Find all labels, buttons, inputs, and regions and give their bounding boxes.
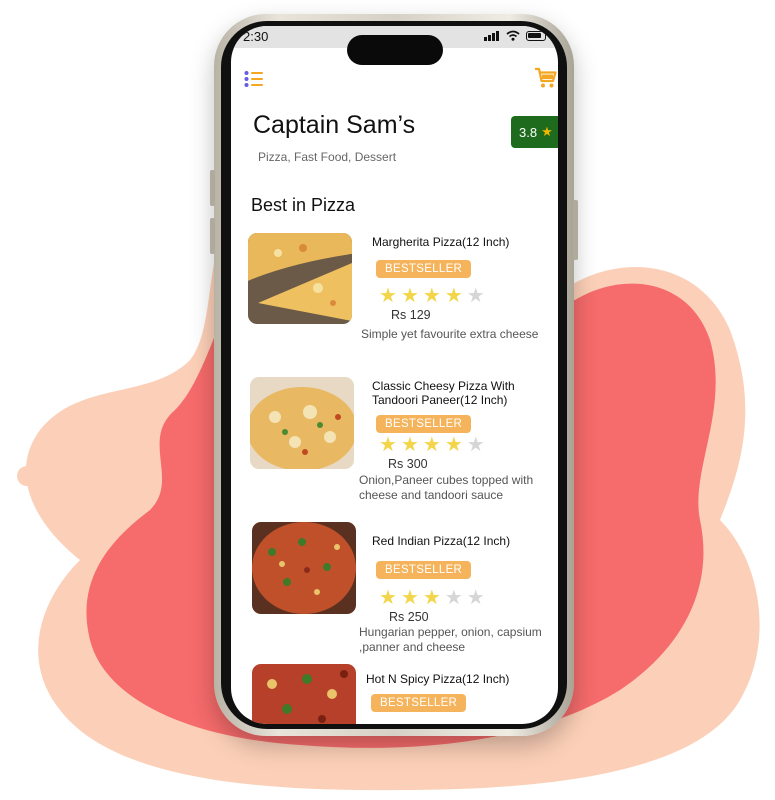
star-rating: ★ ★ ★ ★ ★ xyxy=(379,588,485,608)
star-icon: ★ xyxy=(466,587,485,609)
status-time: 2:30 xyxy=(243,29,269,44)
bestseller-badge: BESTSELLER xyxy=(371,694,467,712)
item-name: Red Indian Pizza(12 Inch) xyxy=(372,534,511,548)
hot-n-spicy-pizza-image[interactable] xyxy=(252,664,356,724)
star-icon: ★ xyxy=(466,434,485,456)
star-icon: ★ xyxy=(422,587,441,609)
item-name: Margherita Pizza(12 Inch) xyxy=(372,235,510,249)
menu-item[interactable]: Margherita Pizza(12 Inch) BESTSELLER ★ ★ ★… xyxy=(231,233,558,343)
star-icon: ★ xyxy=(400,587,419,609)
star-icon: ★ xyxy=(400,285,419,307)
bestseller-badge: BESTSELLER xyxy=(376,561,472,579)
menu-list-icon[interactable] xyxy=(244,70,264,88)
star-icon: ★ xyxy=(466,285,485,307)
star-icon: ★ xyxy=(379,587,397,609)
rating-badge[interactable]: 3.8 ★ xyxy=(511,116,558,148)
rating-value: 3.8 xyxy=(519,124,538,140)
wifi-icon xyxy=(506,30,520,41)
item-price: Rs 250 xyxy=(389,610,429,624)
menu-item[interactable]: Red Indian Pizza(12 Inch) BESTSELLER ★ ★ ★… xyxy=(231,522,558,654)
item-name: Classic Cheesy Pizza With Tandoori Panee… xyxy=(372,379,515,407)
bestseller-badge: BESTSELLER xyxy=(376,260,472,278)
status-icons xyxy=(484,30,546,41)
cheesy-paneer-pizza-image[interactable] xyxy=(250,377,354,469)
margherita-pizza-image[interactable] xyxy=(248,233,352,324)
restaurant-name: Captain Sam’s xyxy=(253,111,416,139)
star-icon: ★ xyxy=(444,285,463,307)
star-icon: ★ xyxy=(541,124,553,139)
star-icon: ★ xyxy=(379,285,397,307)
item-description: Simple yet favourite extra cheese xyxy=(361,327,539,341)
volume-down-button xyxy=(210,218,215,254)
phone-screen: 2:30 Captain Sam’s Pizza, Fast Food, Des… xyxy=(231,26,558,724)
volume-up-button xyxy=(210,170,215,206)
restaurant-cuisines: Pizza, Fast Food, Dessert xyxy=(258,150,397,164)
star-icon: ★ xyxy=(444,587,463,609)
peach-dot xyxy=(17,466,37,486)
star-icon: ★ xyxy=(400,434,419,456)
battery-icon xyxy=(526,31,546,41)
bestseller-badge: BESTSELLER xyxy=(376,415,472,433)
star-icon: ★ xyxy=(379,434,397,456)
dynamic-island xyxy=(347,35,443,65)
cart-icon[interactable] xyxy=(534,66,558,90)
item-price: Rs 129 xyxy=(391,308,431,322)
menu-item[interactable]: Classic Cheesy Pizza With Tandoori Panee… xyxy=(231,377,558,507)
star-icon: ★ xyxy=(422,434,441,456)
power-button xyxy=(573,200,578,260)
item-name: Hot N Spicy Pizza(12 Inch) xyxy=(366,672,510,686)
star-icon: ★ xyxy=(444,434,463,456)
star-rating: ★ ★ ★ ★ ★ xyxy=(379,435,485,455)
star-icon: ★ xyxy=(422,285,441,307)
signal-icon xyxy=(484,31,500,41)
star-rating: ★ ★ ★ ★ ★ xyxy=(379,286,485,306)
item-description: Hungarian pepper, onion, capsium ,panner… xyxy=(359,625,542,654)
item-description: Onion,Paneer cubes topped with cheese an… xyxy=(359,473,534,502)
menu-item[interactable]: Hot N Spicy Pizza(12 Inch) BESTSELLER xyxy=(231,664,558,724)
red-indian-pizza-image[interactable] xyxy=(252,522,356,614)
item-price: Rs 300 xyxy=(388,457,428,471)
section-title: Best in Pizza xyxy=(251,195,356,215)
